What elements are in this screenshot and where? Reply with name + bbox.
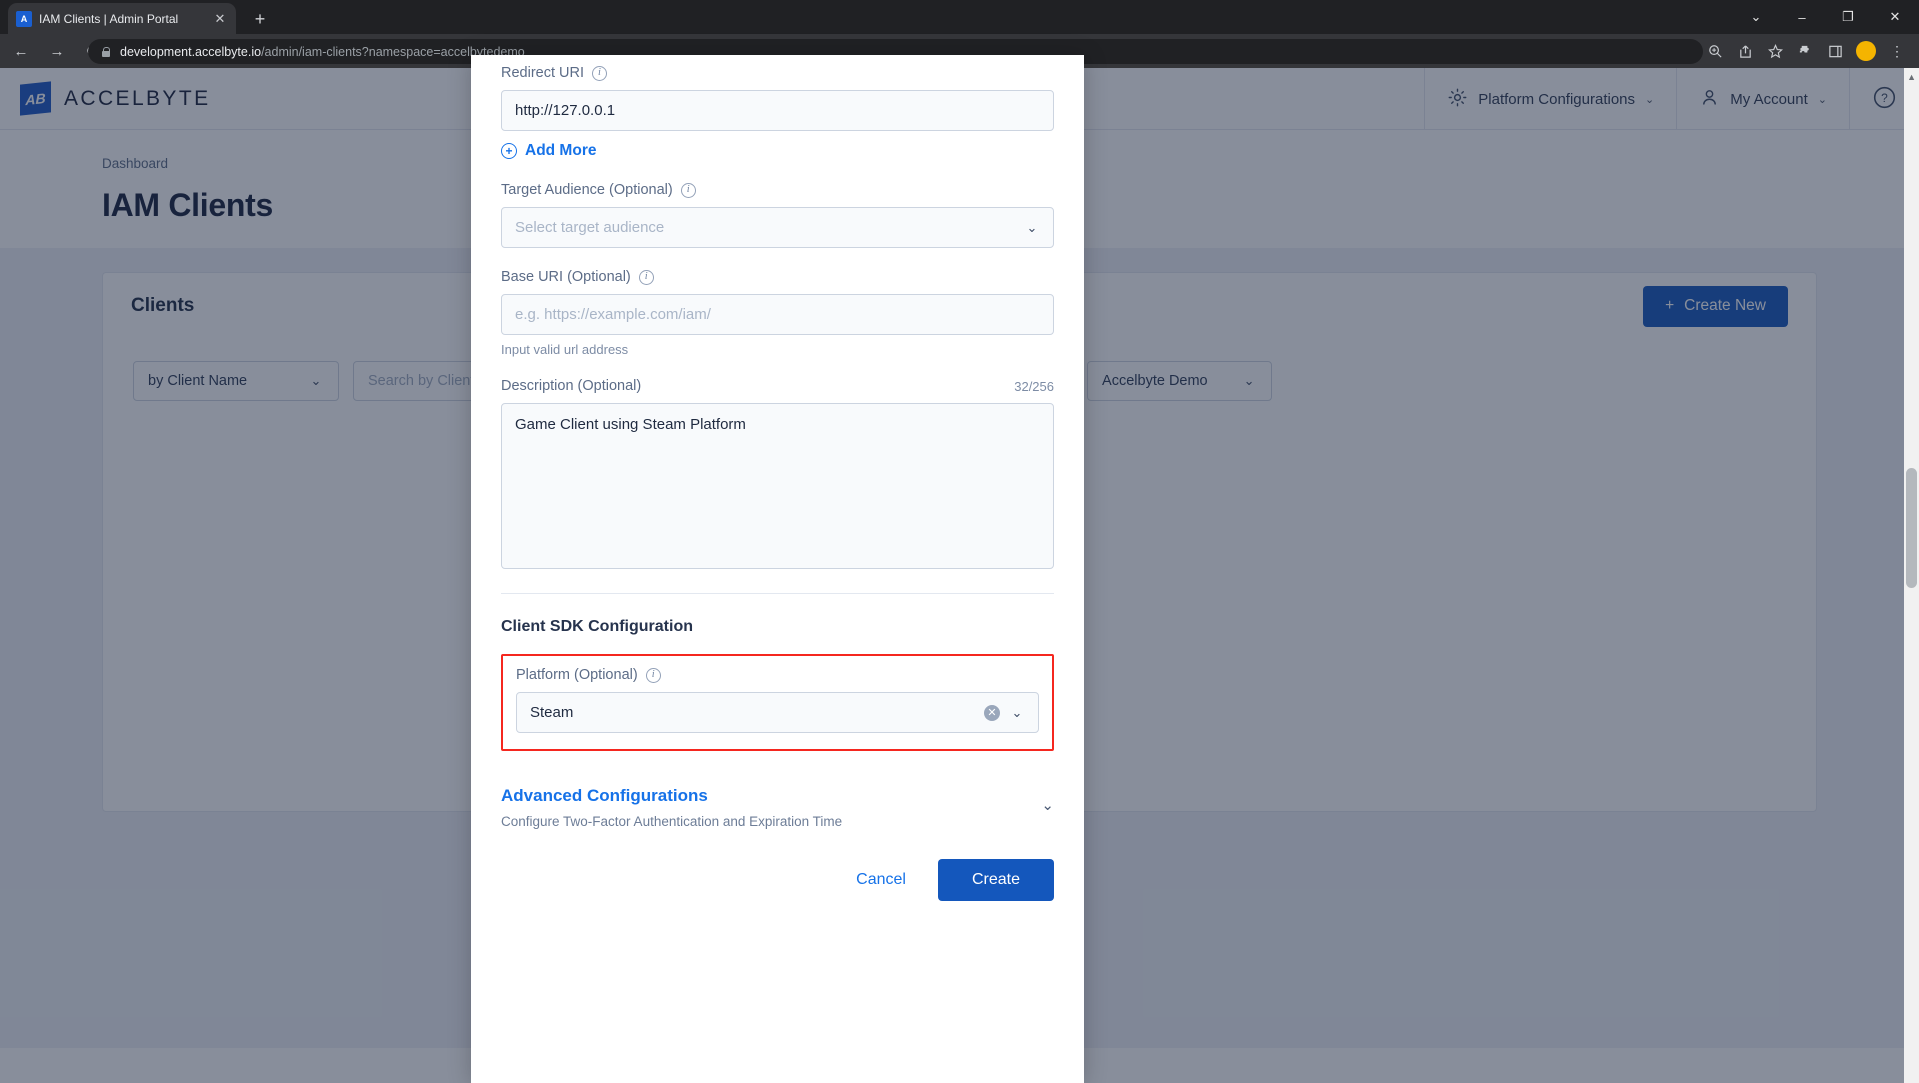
create-button[interactable]: Create [937,859,1054,901]
bookmark-star-icon[interactable] [1761,37,1789,65]
section-divider [501,593,1054,594]
plus-circle-icon: + [501,143,517,159]
platform-select[interactable]: Steam ✕ ⌄ [516,692,1039,733]
url-text: development.accelbyte.io/admin/iam-clien… [120,45,525,59]
browser-menu-icon[interactable]: ⋮ [1883,37,1911,65]
description-textarea[interactable]: Game Client using Steam Platform [501,403,1054,569]
description-counter: 32/256 [1014,378,1054,394]
profile-avatar[interactable] [1856,41,1876,61]
create-iam-client-modal: Redirect URI i http://127.0.0.1 + Add Mo… [471,55,1084,1083]
tab-close-icon[interactable]: ✕ [212,11,228,27]
advanced-configurations-text: Advanced Configurations Configure Two-Fa… [501,786,842,829]
target-audience-placeholder: Select target audience [515,219,665,236]
back-icon[interactable]: ← [6,36,36,66]
platform-label-row: Platform (Optional) i [516,667,1039,683]
base-uri-field: Base URI (Optional) i e.g. https://examp… [501,269,1054,357]
description-label: Description (Optional) [501,378,642,394]
advanced-configurations-subtitle: Configure Two-Factor Authentication and … [501,814,843,829]
scrollbar-thumb[interactable] [1906,468,1917,588]
platform-highlight-box: Platform (Optional) i Steam ✕ ⌄ [501,654,1054,751]
url-host: development.accelbyte.io [120,44,262,59]
base-uri-hint: Input valid url address [501,342,629,357]
redirect-uri-field: Redirect URI i http://127.0.0.1 + Add Mo… [501,65,1054,160]
window-close-button[interactable]: ✕ [1871,0,1919,34]
browser-tab[interactable]: A IAM Clients | Admin Portal ✕ [8,3,236,34]
base-uri-label: Base URI (Optional) i [501,269,654,285]
redirect-uri-label: Redirect URI i [501,65,607,81]
redirect-uri-input[interactable]: http://127.0.0.1 [501,90,1054,131]
browser-tab-bar: A IAM Clients | Admin Portal ✕ + ⌄ – ❐ ✕ [0,0,1919,34]
platform-select-icons: ✕ ⌄ [984,704,1025,721]
window-controls: ⌄ – ❐ ✕ [1733,0,1919,34]
add-more-label: Add More [525,142,597,159]
base-uri-input[interactable]: e.g. https://example.com/iam/ [501,294,1054,335]
advanced-configurations-row[interactable]: Advanced Configurations Configure Two-Fa… [501,786,1054,829]
client-sdk-section-title: Client SDK Configuration [501,618,693,635]
window-minimize-button[interactable]: – [1779,0,1825,34]
target-audience-field: Target Audience (Optional) i Select targ… [501,182,1054,248]
add-more-button[interactable]: + Add More [501,142,1054,160]
sidepanel-icon[interactable] [1821,37,1849,65]
tab-search-chevron-icon[interactable]: ⌄ [1733,0,1779,34]
target-audience-label-text: Target Audience (Optional) [501,182,673,198]
base-uri-label-row: Base URI (Optional) i [501,269,1054,285]
target-audience-label-row: Target Audience (Optional) i [501,182,1054,198]
info-icon[interactable]: i [592,65,607,81]
chevron-down-icon: ⌄ [1026,219,1038,235]
info-icon[interactable]: i [645,667,661,683]
description-field: Description (Optional) 32/256 Game Clien… [501,378,1054,569]
chevron-down-icon[interactable]: ⌄ [1041,786,1054,814]
tab-favicon-icon: A [16,10,32,27]
target-audience-select[interactable]: Select target audience ⌄ [501,207,1054,248]
zoom-icon[interactable] [1701,37,1729,65]
chevron-down-icon[interactable]: ⌄ [1009,705,1025,721]
modal-body: Redirect URI i http://127.0.0.1 + Add Mo… [471,65,1084,911]
info-icon[interactable]: i [680,182,696,198]
redirect-uri-label-row: Redirect URI i [501,65,1054,81]
new-tab-button[interactable]: + [248,7,272,31]
cancel-button[interactable]: Cancel [842,861,920,899]
platform-value: Steam [530,704,574,721]
clear-icon[interactable]: ✕ [984,704,1000,721]
tab-title: IAM Clients | Admin Portal [39,11,179,26]
description-label-row: Description (Optional) 32/256 [501,378,1054,394]
app-root: A IAM Clients | Admin Portal ✕ + ⌄ – ❐ ✕… [0,0,1919,1083]
platform-label: Platform (Optional) i [516,667,661,683]
scroll-up-icon[interactable]: ▲ [1907,72,1916,82]
browser-toolbar-icons: ⋮ [1701,34,1911,68]
lock-icon [100,46,111,58]
target-audience-label: Target Audience (Optional) i [501,182,696,198]
extensions-icon[interactable] [1791,37,1819,65]
forward-icon[interactable]: → [42,36,72,66]
platform-label-text: Platform (Optional) [516,667,638,683]
base-uri-label-text: Base URI (Optional) [501,269,631,285]
share-icon[interactable] [1731,37,1759,65]
modal-footer: Cancel Create [501,859,1054,911]
redirect-uri-label-text: Redirect URI [501,65,584,81]
info-icon[interactable]: i [638,269,654,285]
page-scrollbar[interactable]: ▲ [1904,68,1919,1083]
advanced-configurations-title[interactable]: Advanced Configurations [501,786,842,806]
window-maximize-button[interactable]: ❐ [1825,0,1871,34]
